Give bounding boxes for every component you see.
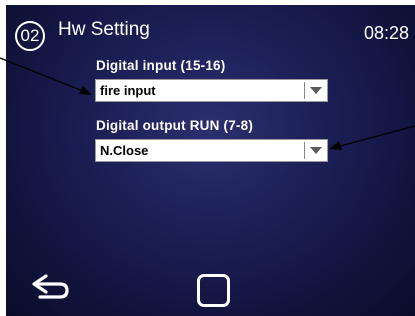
screen-number-badge: 02: [15, 21, 45, 51]
page: 02 Hw Setting 08:28 Digital input (15-16…: [0, 0, 415, 316]
screen-number: 02: [20, 26, 40, 45]
dropdown-divider: [304, 82, 305, 99]
device-screen: 02 Hw Setting 08:28 Digital input (15-16…: [6, 5, 415, 316]
home-button[interactable]: [197, 274, 230, 307]
chevron-down-icon[interactable]: [310, 147, 322, 154]
clock: 08:28: [363, 23, 409, 43]
digital-input-dropdown[interactable]: fire input: [95, 79, 328, 102]
chevron-down-icon[interactable]: [310, 87, 322, 94]
dropdown-divider: [304, 142, 305, 159]
back-button[interactable]: [30, 273, 70, 301]
back-arrow-icon: [32, 274, 69, 299]
digital-output-run-dropdown[interactable]: N.Close: [95, 139, 328, 162]
page-title: Hw Setting: [58, 19, 150, 40]
digital-input-label: Digital input (15-16): [96, 58, 226, 73]
digital-output-run-label: Digital output RUN (7-8): [96, 118, 254, 133]
digital-output-run-value: N.Close: [100, 143, 149, 158]
digital-input-value: fire input: [100, 83, 156, 98]
